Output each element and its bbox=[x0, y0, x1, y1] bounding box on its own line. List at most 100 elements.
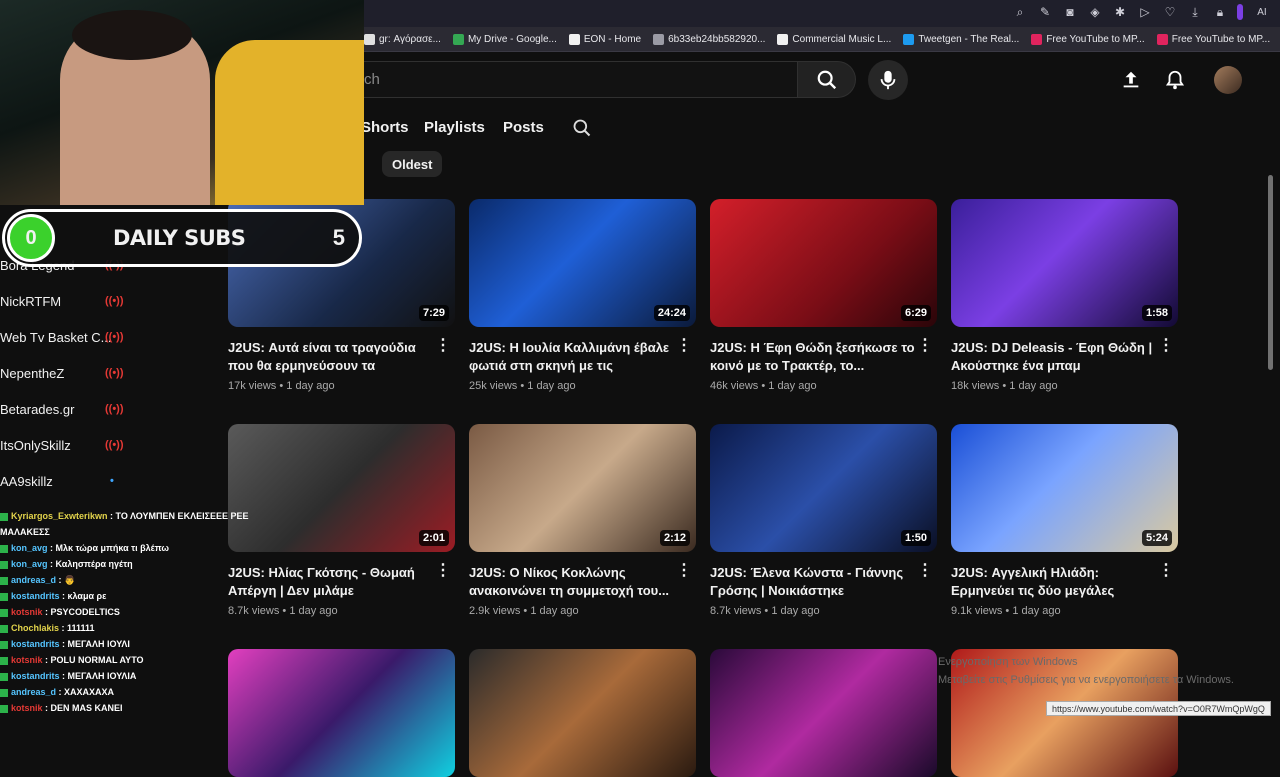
more-actions-icon[interactable]: ⋮ bbox=[917, 563, 933, 579]
notifications-button[interactable] bbox=[1164, 69, 1186, 91]
chat-message: kostandrits : κλαμα ρε bbox=[0, 588, 300, 604]
meta-separator: • bbox=[1002, 605, 1013, 617]
edit-icon[interactable]: ✎ bbox=[1037, 4, 1053, 20]
bookmark-label: 6b33eb24bb582920... bbox=[668, 33, 766, 45]
tab-playlists[interactable]: Playlists bbox=[424, 119, 485, 136]
channel-search-button[interactable] bbox=[572, 118, 592, 143]
heart-icon[interactable]: ♡ bbox=[1162, 4, 1178, 20]
sidebar-channel[interactable]: Betarades.gr bbox=[0, 402, 74, 417]
video-card[interactable]: 1:50 J2US: Έλενα Κώνστα - Γιάννης Γρόσης … bbox=[710, 424, 937, 617]
video-thumbnail[interactable]: 2:12 bbox=[469, 424, 696, 552]
more-actions-icon[interactable]: ⋮ bbox=[1158, 338, 1174, 354]
video-card[interactable] bbox=[710, 649, 937, 777]
bookmark-icon bbox=[653, 33, 665, 45]
extension-icon[interactable]: ✱ bbox=[1112, 4, 1128, 20]
chat-message: andreas_d : 👨 bbox=[0, 572, 300, 588]
video-card[interactable]: 24:24 J2US: Η Ιουλία Καλλιμάνη έβαλε φωτι… bbox=[469, 199, 696, 392]
sidebar-channel[interactable]: NepentheZ bbox=[0, 366, 64, 381]
video-card[interactable]: 1:58 J2US: DJ Deleasis - Έφη Θώδη | Ακούσ… bbox=[951, 199, 1178, 392]
chat-text: : Καλησπέρα ηγέτη bbox=[47, 559, 133, 569]
video-meta: 46k views • 1 day ago bbox=[710, 380, 937, 392]
video-card[interactable]: 5:24 J2US: Αγγελική Ηλιάδη: Ερμηνεύει τις… bbox=[951, 424, 1178, 617]
video-title[interactable]: J2US: Έλενα Κώνστα - Γιάννης Γρόσης | Νο… bbox=[710, 564, 915, 600]
more-actions-icon[interactable]: ⋮ bbox=[676, 563, 692, 579]
upload-button[interactable] bbox=[1120, 69, 1142, 91]
voice-search-button[interactable] bbox=[868, 60, 908, 100]
search-icon[interactable]: ⌕ bbox=[1012, 4, 1028, 20]
video-title[interactable]: J2US: Η Ιουλία Καλλιμάνη έβαλε φωτιά στη… bbox=[469, 339, 674, 375]
shield-icon[interactable]: ◈ bbox=[1087, 4, 1103, 20]
video-thumbnail[interactable]: 6:29 bbox=[710, 199, 937, 327]
chat-message: kotsnik : PSYCODELTICS bbox=[0, 604, 300, 620]
camera-icon[interactable]: ◙ bbox=[1062, 4, 1078, 20]
ai-icon[interactable]: AI bbox=[1252, 4, 1272, 20]
video-card[interactable]: 2:12 J2US: Ο Νίκος Κοκλώνης ανακοινώνει τ… bbox=[469, 424, 696, 617]
meta-separator: • bbox=[758, 380, 769, 392]
duration-badge: 2:12 bbox=[659, 530, 690, 546]
upload-age: 1 day ago bbox=[771, 605, 820, 617]
download-icon[interactable]: ⤓ bbox=[1187, 4, 1203, 20]
video-thumbnail[interactable]: 1:58 bbox=[951, 199, 1178, 327]
video-title[interactable]: J2US: Αυτά είναι τα τραγούδια που θα ερμ… bbox=[228, 339, 433, 375]
video-thumbnail[interactable]: 5:24 bbox=[951, 424, 1178, 552]
video-title[interactable]: J2US: Ο Νίκος Κοκλώνης ανακοινώνει τη συ… bbox=[469, 564, 674, 600]
bookmark-item[interactable]: Free YouTube to MP... bbox=[1031, 33, 1145, 45]
more-actions-icon[interactable]: ⋮ bbox=[435, 563, 451, 579]
sidebar-channel[interactable]: NickRTFM bbox=[0, 294, 61, 309]
bookmark-label: Free YouTube to MP... bbox=[1046, 33, 1145, 45]
more-actions-icon[interactable]: ⋮ bbox=[917, 338, 933, 354]
more-actions-icon[interactable]: ⋮ bbox=[1158, 563, 1174, 579]
profile-icon[interactable] bbox=[1237, 4, 1243, 20]
bookmark-item[interactable]: Free YouTube to MP... bbox=[1156, 33, 1270, 45]
bookmark-item[interactable]: My Drive - Google... bbox=[452, 33, 557, 45]
sort-chip-oldest[interactable]: Oldest bbox=[382, 151, 443, 177]
video-meta: 17k views • 1 day ago bbox=[228, 380, 455, 392]
video-thumbnail[interactable]: 1:50 bbox=[710, 424, 937, 552]
video-meta: 18k views • 1 day ago bbox=[951, 380, 1178, 392]
search-input[interactable] bbox=[355, 61, 798, 98]
daily-subs-widget: 0 DAILY SUBS 5 bbox=[2, 209, 362, 267]
more-actions-icon[interactable]: ⋮ bbox=[435, 338, 451, 354]
video-title[interactable]: J2US: DJ Deleasis - Έφη Θώδη | Ακούστηκε… bbox=[951, 339, 1156, 375]
video-card[interactable]: 6:29 J2US: Η Έφη Θώδη ξεσήκωσε το κοινό μ… bbox=[710, 199, 937, 392]
search-button[interactable] bbox=[798, 61, 856, 98]
upload-age: 1 day ago bbox=[286, 380, 335, 392]
tab-shorts[interactable]: Shorts bbox=[361, 119, 409, 136]
sidebar-channel[interactable]: AA9skillz bbox=[0, 474, 53, 489]
video-thumbnail[interactable] bbox=[469, 649, 696, 777]
play-icon[interactable]: ▷ bbox=[1137, 4, 1153, 20]
chat-username: Chochlakis bbox=[11, 623, 60, 633]
chat-badge-icon bbox=[0, 544, 8, 553]
avatar[interactable] bbox=[1214, 66, 1242, 94]
video-thumbnail[interactable]: 24:24 bbox=[469, 199, 696, 327]
chat-badge-icon bbox=[0, 576, 8, 585]
bookmark-icon bbox=[452, 33, 464, 45]
lock-icon[interactable]: 🔒︎ bbox=[1212, 4, 1228, 20]
sidebar-channel[interactable]: Web Tv Basket C... bbox=[0, 330, 112, 345]
bookmark-item[interactable]: gr: Αγόρασε... bbox=[364, 33, 441, 45]
video-card[interactable] bbox=[469, 649, 696, 777]
more-actions-icon[interactable]: ⋮ bbox=[676, 338, 692, 354]
sidebar-channel[interactable]: ItsOnlySkillz bbox=[0, 438, 71, 453]
bookmark-item[interactable]: EON - Home bbox=[568, 33, 641, 45]
scrollbar[interactable] bbox=[1268, 175, 1273, 370]
subs-start-badge: 0 bbox=[7, 214, 55, 262]
video-title[interactable]: J2US: Αγγελική Ηλιάδη: Ερμηνεύει τις δύο… bbox=[951, 564, 1156, 600]
video-meta: 9.1k views • 1 day ago bbox=[951, 605, 1178, 617]
duration-badge: 1:50 bbox=[900, 530, 931, 546]
watermark-line: Μεταβείτε στις Ρυθμίσεις για να ενεργοπο… bbox=[938, 674, 1234, 686]
chat-message: andreas_d : XAXAXAXA bbox=[0, 684, 300, 700]
bookmark-item[interactable]: Commercial Music L... bbox=[777, 33, 892, 45]
bookmark-item[interactable]: Tweetgen - The Real... bbox=[903, 33, 1019, 45]
chat-text: : 111111 bbox=[59, 623, 95, 633]
search-icon bbox=[817, 70, 836, 89]
bookmark-label: Commercial Music L... bbox=[792, 33, 892, 45]
chat-badge-icon bbox=[0, 592, 8, 601]
chat-text: : PSYCODELTICS bbox=[42, 607, 120, 617]
bookmark-item[interactable]: 6b33eb24bb582920... bbox=[653, 33, 766, 45]
chat-username: kon_avg bbox=[11, 559, 48, 569]
video-thumbnail[interactable] bbox=[710, 649, 937, 777]
bookmark-label: My Drive - Google... bbox=[467, 33, 557, 45]
tab-posts[interactable]: Posts bbox=[503, 119, 544, 136]
video-title[interactable]: J2US: Η Έφη Θώδη ξεσήκωσε το κοινό με το… bbox=[710, 339, 915, 375]
